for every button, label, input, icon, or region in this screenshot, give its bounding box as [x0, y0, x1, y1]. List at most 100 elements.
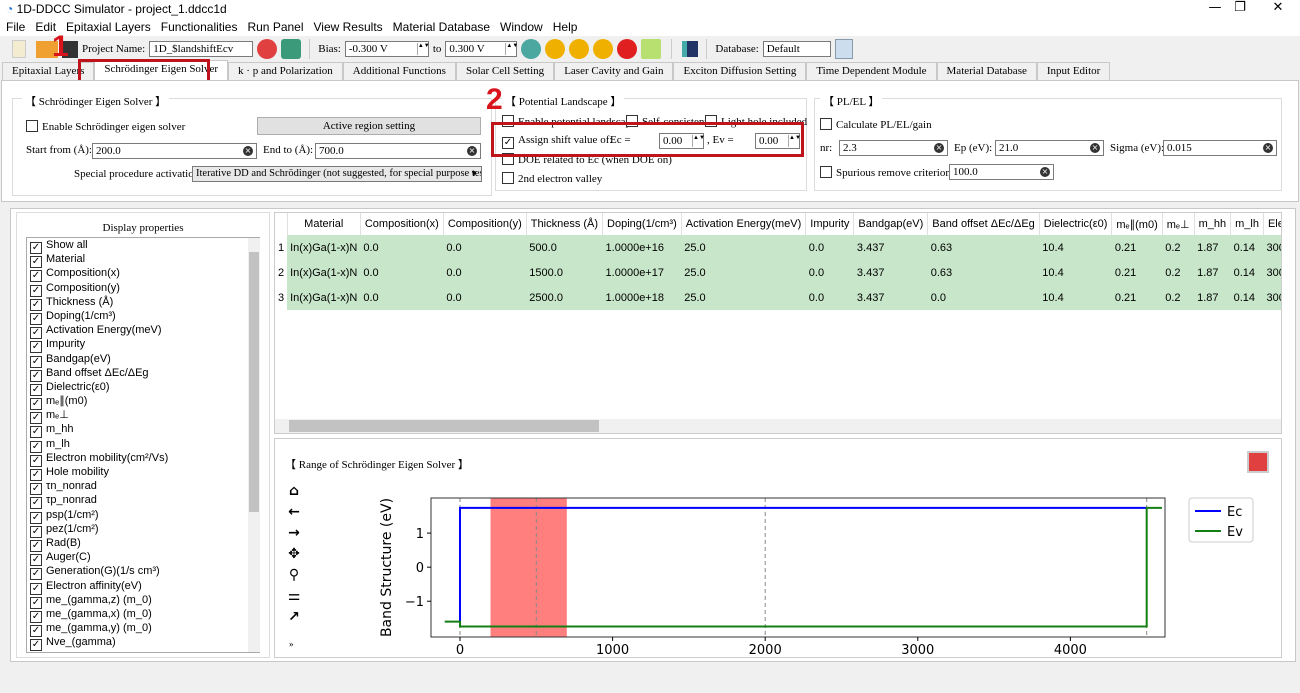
- table-cell[interactable]: 1.0000e+16: [602, 235, 682, 260]
- run-all-icon[interactable]: [569, 39, 590, 59]
- display-property-item[interactable]: ✓ τn_nonrad: [27, 479, 259, 496]
- tab-time-dependent-module[interactable]: Time Dependent Module: [806, 62, 937, 80]
- table-cell[interactable]: 0.0: [805, 235, 854, 260]
- bias-from-input[interactable]: -0.300 V ▲▼: [344, 41, 430, 57]
- table-cell[interactable]: 1.0000e+18: [602, 285, 682, 310]
- special-procedure-select[interactable]: Iterative DD and Schrödinger (not sugges…: [192, 166, 482, 182]
- table-cell[interactable]: 0.0: [805, 260, 854, 285]
- table-cell[interactable]: 300.0: [1263, 260, 1281, 285]
- column-header[interactable]: Dielectric(ε0): [1039, 213, 1113, 235]
- ep-input[interactable]: 21.0 ×: [995, 140, 1104, 156]
- display-property-item[interactable]: ✓ m_hh: [27, 422, 259, 439]
- chart-icon[interactable]: [682, 41, 699, 57]
- stop-icon[interactable]: [617, 39, 638, 59]
- project-name-input[interactable]: 1D_$landshiftEcv: [149, 41, 254, 57]
- nr-input[interactable]: 2.3 ×: [839, 140, 948, 156]
- maximize-button[interactable]: ❐: [1220, 0, 1260, 18]
- enable-schrodinger-checkbox[interactable]: Enable Schrödinger eigen solver: [26, 120, 185, 133]
- column-header[interactable]: Composition(y): [443, 213, 527, 235]
- calculate-plel-checkbox[interactable]: Calculate PL/EL/gain: [820, 118, 932, 131]
- table-cell[interactable]: 3.437: [853, 285, 928, 310]
- display-property-item[interactable]: ✓ Doping(1/cm³): [27, 309, 259, 325]
- table-cell[interactable]: 25.0: [681, 285, 806, 310]
- ev-shift-input[interactable]: 0.00 ▲▼: [755, 133, 801, 149]
- table-cell[interactable]: 3.437: [853, 260, 928, 285]
- display-property-item[interactable]: ✓ mₑ⊥: [27, 408, 259, 425]
- column-header[interactable]: Activation Energy(meV): [681, 213, 807, 235]
- table-cell[interactable]: In(x)Ga(1-x)N: [287, 285, 361, 310]
- table-cell[interactable]: 0.2: [1162, 260, 1195, 285]
- table-cell[interactable]: 0.14: [1230, 235, 1264, 260]
- row-number[interactable]: 1: [275, 235, 288, 260]
- column-header[interactable]: Bandgap(eV): [853, 213, 929, 235]
- database-refresh-icon[interactable]: [834, 39, 853, 59]
- table-cell[interactable]: 1.87: [1194, 235, 1231, 260]
- display-property-item[interactable]: ✓ Generation(G)(1/s cm³): [27, 564, 259, 581]
- menu-window[interactable]: Window: [500, 20, 543, 34]
- display-property-item[interactable]: ✓ Hole mobility: [27, 465, 259, 481]
- menu-help[interactable]: Help: [553, 20, 578, 34]
- table-cell[interactable]: 300.0: [1263, 235, 1281, 260]
- table-cell[interactable]: 1.0000e+17: [602, 260, 682, 285]
- table-cell[interactable]: 0.14: [1230, 260, 1264, 285]
- bias-to-input[interactable]: 0.300 V ▲▼: [445, 41, 518, 57]
- table-cell[interactable]: 0.14: [1230, 285, 1264, 310]
- spurious-checkbox[interactable]: Spurious remove criterion:: [820, 166, 954, 179]
- column-header[interactable]: mₑ⊥: [1162, 213, 1195, 235]
- display-property-item[interactable]: ✓ Composition(x): [27, 266, 259, 283]
- column-header[interactable]: Impurity: [805, 213, 855, 235]
- table-cell[interactable]: 1.87: [1194, 260, 1231, 285]
- display-property-item[interactable]: ✓ mₑ∥(m0): [27, 394, 259, 411]
- table-cell[interactable]: 0.0: [360, 235, 444, 260]
- table-cell[interactable]: 0.21: [1111, 285, 1163, 310]
- menu-view-results[interactable]: View Results: [314, 20, 383, 34]
- table-cell[interactable]: 0.21: [1111, 260, 1163, 285]
- column-header[interactable]: Thickness (Å): [526, 213, 604, 235]
- display-property-item[interactable]: ✓ Nve_(gamma): [27, 635, 259, 652]
- spurious-input[interactable]: 100.0 ×: [949, 164, 1054, 180]
- table-row[interactable]: 2 In(x)Ga(1-x)N 0.0 0.0 1500.0 1.0000e+17 25.0…: [275, 260, 1281, 285]
- table-cell[interactable]: 0.0: [805, 285, 854, 310]
- table-cell[interactable]: 10.4: [1039, 260, 1112, 285]
- table-cell[interactable]: 25.0: [681, 235, 806, 260]
- table-cell[interactable]: 0.0: [360, 285, 444, 310]
- column-header[interactable]: Material: [287, 213, 361, 235]
- tab-additional-functions[interactable]: Additional Functions: [342, 62, 456, 80]
- table-cell[interactable]: 0.2: [1162, 285, 1195, 310]
- column-header[interactable]: m_lh: [1230, 213, 1264, 235]
- table-cell[interactable]: 500.0: [526, 235, 603, 260]
- table-cell[interactable]: 3.437: [853, 235, 928, 260]
- display-property-item[interactable]: ✓ Electron affinity(eV): [27, 579, 259, 595]
- row-number[interactable]: 2: [275, 260, 288, 285]
- table-cell[interactable]: 0.0: [443, 260, 527, 285]
- column-header[interactable]: Doping(1/cm³): [602, 213, 682, 235]
- menu-run-panel[interactable]: Run Panel: [247, 20, 303, 34]
- display-property-item[interactable]: ✓ Bandgap(eV): [27, 352, 259, 368]
- display-property-item[interactable]: ✓ me_(gamma,z) (m_0): [27, 593, 259, 609]
- column-header[interactable]: Band offset ΔEc/ΔEg: [927, 213, 1040, 235]
- table-row[interactable]: 3 In(x)Ga(1-x)N 0.0 0.0 2500.0 1.0000e+18 25.0…: [275, 285, 1281, 310]
- table-cell[interactable]: 0.63: [927, 235, 1040, 260]
- start-from-input[interactable]: 200.0 ×: [92, 143, 257, 159]
- table-row[interactable]: 1 In(x)Ga(1-x)N 0.0 0.0 500.0 1.0000e+16 25.0 0…: [275, 235, 1281, 260]
- display-property-item[interactable]: ✓ Composition(y): [27, 281, 259, 297]
- display-property-item[interactable]: ✓ Electron mobility(cm²/Vs): [27, 451, 259, 467]
- table-cell[interactable]: 0.2: [1162, 235, 1195, 260]
- end-to-input[interactable]: 700.0 ×: [315, 143, 481, 159]
- table-cell[interactable]: 0.21: [1111, 235, 1163, 260]
- display-property-item[interactable]: ✓ τp_nonrad: [27, 493, 259, 510]
- table-cell[interactable]: 25.0: [681, 260, 806, 285]
- table-cell[interactable]: 0.0: [443, 285, 527, 310]
- menu-material-database[interactable]: Material Database: [393, 20, 490, 34]
- table-cell[interactable]: 0.0: [927, 285, 1040, 310]
- table-cell[interactable]: 0.0: [360, 260, 444, 285]
- close-button[interactable]: ✕: [1258, 0, 1298, 18]
- table-cell[interactable]: 1.87: [1194, 285, 1231, 310]
- export-icon[interactable]: [281, 39, 302, 59]
- batch-run-icon[interactable]: [593, 39, 614, 59]
- display-property-item[interactable]: ✓ Band offset ΔEc/ΔEg: [27, 366, 259, 382]
- tab-laser-cavity-and-gain[interactable]: Laser Cavity and Gain: [554, 62, 674, 80]
- tab-input-editor[interactable]: Input Editor: [1036, 62, 1111, 80]
- ec-shift-input[interactable]: 0.00 ▲▼: [659, 133, 705, 149]
- table-cell[interactable]: 0.0: [443, 235, 527, 260]
